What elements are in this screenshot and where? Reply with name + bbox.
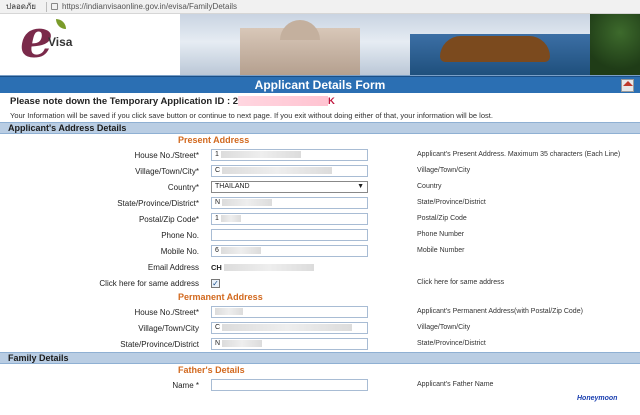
phone-hint: Phone Number <box>417 231 465 238</box>
postal-input[interactable]: 1 <box>211 213 368 225</box>
form-row: State/Province/District N State/Province… <box>0 336 640 352</box>
redacted-value <box>224 263 315 271</box>
house-street-label: House No./Street* <box>134 150 199 160</box>
temp-id-tail: K <box>328 96 335 107</box>
mobile-input[interactable]: 6 <box>211 245 368 257</box>
form-row: Name * Applicant's Father Name <box>0 377 640 393</box>
country-hint: Country <box>417 183 442 190</box>
form-row: Phone No. Phone Number <box>0 227 640 243</box>
country-select[interactable]: THAILAND ▼ <box>211 181 368 193</box>
father-name-input[interactable] <box>211 379 368 391</box>
temp-id-masked <box>238 96 329 107</box>
banner-image <box>180 14 640 75</box>
form-row: State/Province/District* N State/Provinc… <box>0 195 640 211</box>
father-details-heading: Father's Details <box>178 365 245 375</box>
perm-village-label: Village/Town/City <box>138 323 199 333</box>
form-row: House No./Street* 1 Applicant's Present … <box>0 147 640 163</box>
same-address-label: Click here for same address <box>99 278 199 288</box>
security-label[interactable]: ปลอดภัย <box>0 0 42 13</box>
perm-house-street-label: House No./Street* <box>134 307 199 317</box>
redacted-value <box>220 214 241 222</box>
form-row: Postal/Zip Code* 1 Postal/Zip Code <box>0 211 640 227</box>
village-town-input[interactable]: C <box>211 165 368 177</box>
redacted-value <box>215 307 243 315</box>
family-section-heading: Family Details <box>0 352 640 364</box>
lock-icon <box>50 3 58 10</box>
browser-url-bar: ปลอดภัย https://indianvisaonline.gov.in/… <box>0 0 640 14</box>
leaf-icon <box>56 19 66 29</box>
palm-image <box>590 14 640 75</box>
email-value: CH <box>211 263 411 272</box>
form-row: Email Address CH <box>0 259 640 275</box>
redacted-value <box>222 323 353 331</box>
header-banner: e Visa <box>0 14 640 76</box>
save-info-text: Your Information will be saved if you cl… <box>10 111 493 120</box>
mobile-hint: Mobile Number <box>417 247 465 254</box>
watermark: Honeymoon <box>577 395 618 402</box>
postal-label: Postal/Zip Code* <box>138 214 199 224</box>
email-label: Email Address <box>147 262 199 272</box>
url-text[interactable]: https://indianvisaonline.gov.in/evisa/Fa… <box>62 2 237 11</box>
redacted-value <box>220 246 261 254</box>
dome-image <box>280 20 320 40</box>
phone-input[interactable] <box>211 229 368 241</box>
address-section-heading: Applicant's Address Details <box>0 122 640 134</box>
same-address-hint: Click here for same address <box>417 279 505 286</box>
evisa-logo: e Visa <box>18 14 78 72</box>
temp-id-note: Please note down the Temporary Applicati… <box>0 93 640 107</box>
logo-text: Visa <box>48 35 73 49</box>
perm-village-hint: Village/Town/City <box>417 324 471 331</box>
mobile-label: Mobile No. <box>160 246 199 256</box>
form-title-bar: Applicant Details Form <box>0 76 640 93</box>
postal-hint: Postal/Zip Code <box>417 215 467 222</box>
perm-state-label: State/Province/District <box>120 339 199 349</box>
village-town-hint: Village/Town/City <box>417 167 471 174</box>
form-row: Click here for same address ✓ Click here… <box>0 275 640 291</box>
redacted-value <box>222 198 273 206</box>
form-row: Mobile No. 6 Mobile Number <box>0 243 640 259</box>
form-row: Village/Town/City C Village/Town/City <box>0 320 640 336</box>
state-input[interactable]: N <box>211 197 368 209</box>
permanent-address-heading: Permanent Address <box>178 292 263 302</box>
houseboat-image <box>440 36 550 62</box>
country-label: Country* <box>167 182 199 192</box>
home-icon[interactable] <box>621 79 634 92</box>
father-name-label: Name * <box>172 380 199 390</box>
state-label: State/Province/District* <box>117 198 199 208</box>
divider <box>45 1 47 12</box>
redacted-value <box>222 339 263 347</box>
redacted-value <box>220 150 301 158</box>
perm-house-street-input[interactable] <box>211 306 368 318</box>
present-address-heading: Present Address <box>178 135 250 145</box>
same-address-checkbox[interactable]: ✓ <box>211 278 220 288</box>
perm-state-hint: State/Province/District <box>417 340 486 347</box>
phone-label: Phone No. <box>161 230 199 240</box>
form-row: Village/Town/City* C Village/Town/City <box>0 163 640 179</box>
form-title: Applicant Details Form <box>254 78 386 92</box>
father-name-hint: Applicant's Father Name <box>417 381 494 388</box>
house-street-hint: Applicant's Present Address. Maximum 35 … <box>417 151 621 158</box>
redacted-value <box>222 166 333 174</box>
village-town-label: Village/Town/City* <box>135 166 199 176</box>
perm-state-input[interactable]: N <box>211 338 368 350</box>
chevron-down-icon: ▼ <box>357 183 364 190</box>
perm-house-street-hint: Applicant's Permanent Address(with Posta… <box>417 308 583 315</box>
form-row: House No./Street* Applicant's Permanent … <box>0 304 640 320</box>
state-hint: State/Province/District <box>417 199 486 206</box>
form-row: Country* THAILAND ▼ Country <box>0 179 640 195</box>
house-street-input[interactable]: 1 <box>211 149 368 161</box>
perm-village-input[interactable]: C <box>211 322 368 334</box>
temp-id-label: Please note down the Temporary Applicati… <box>10 96 239 107</box>
